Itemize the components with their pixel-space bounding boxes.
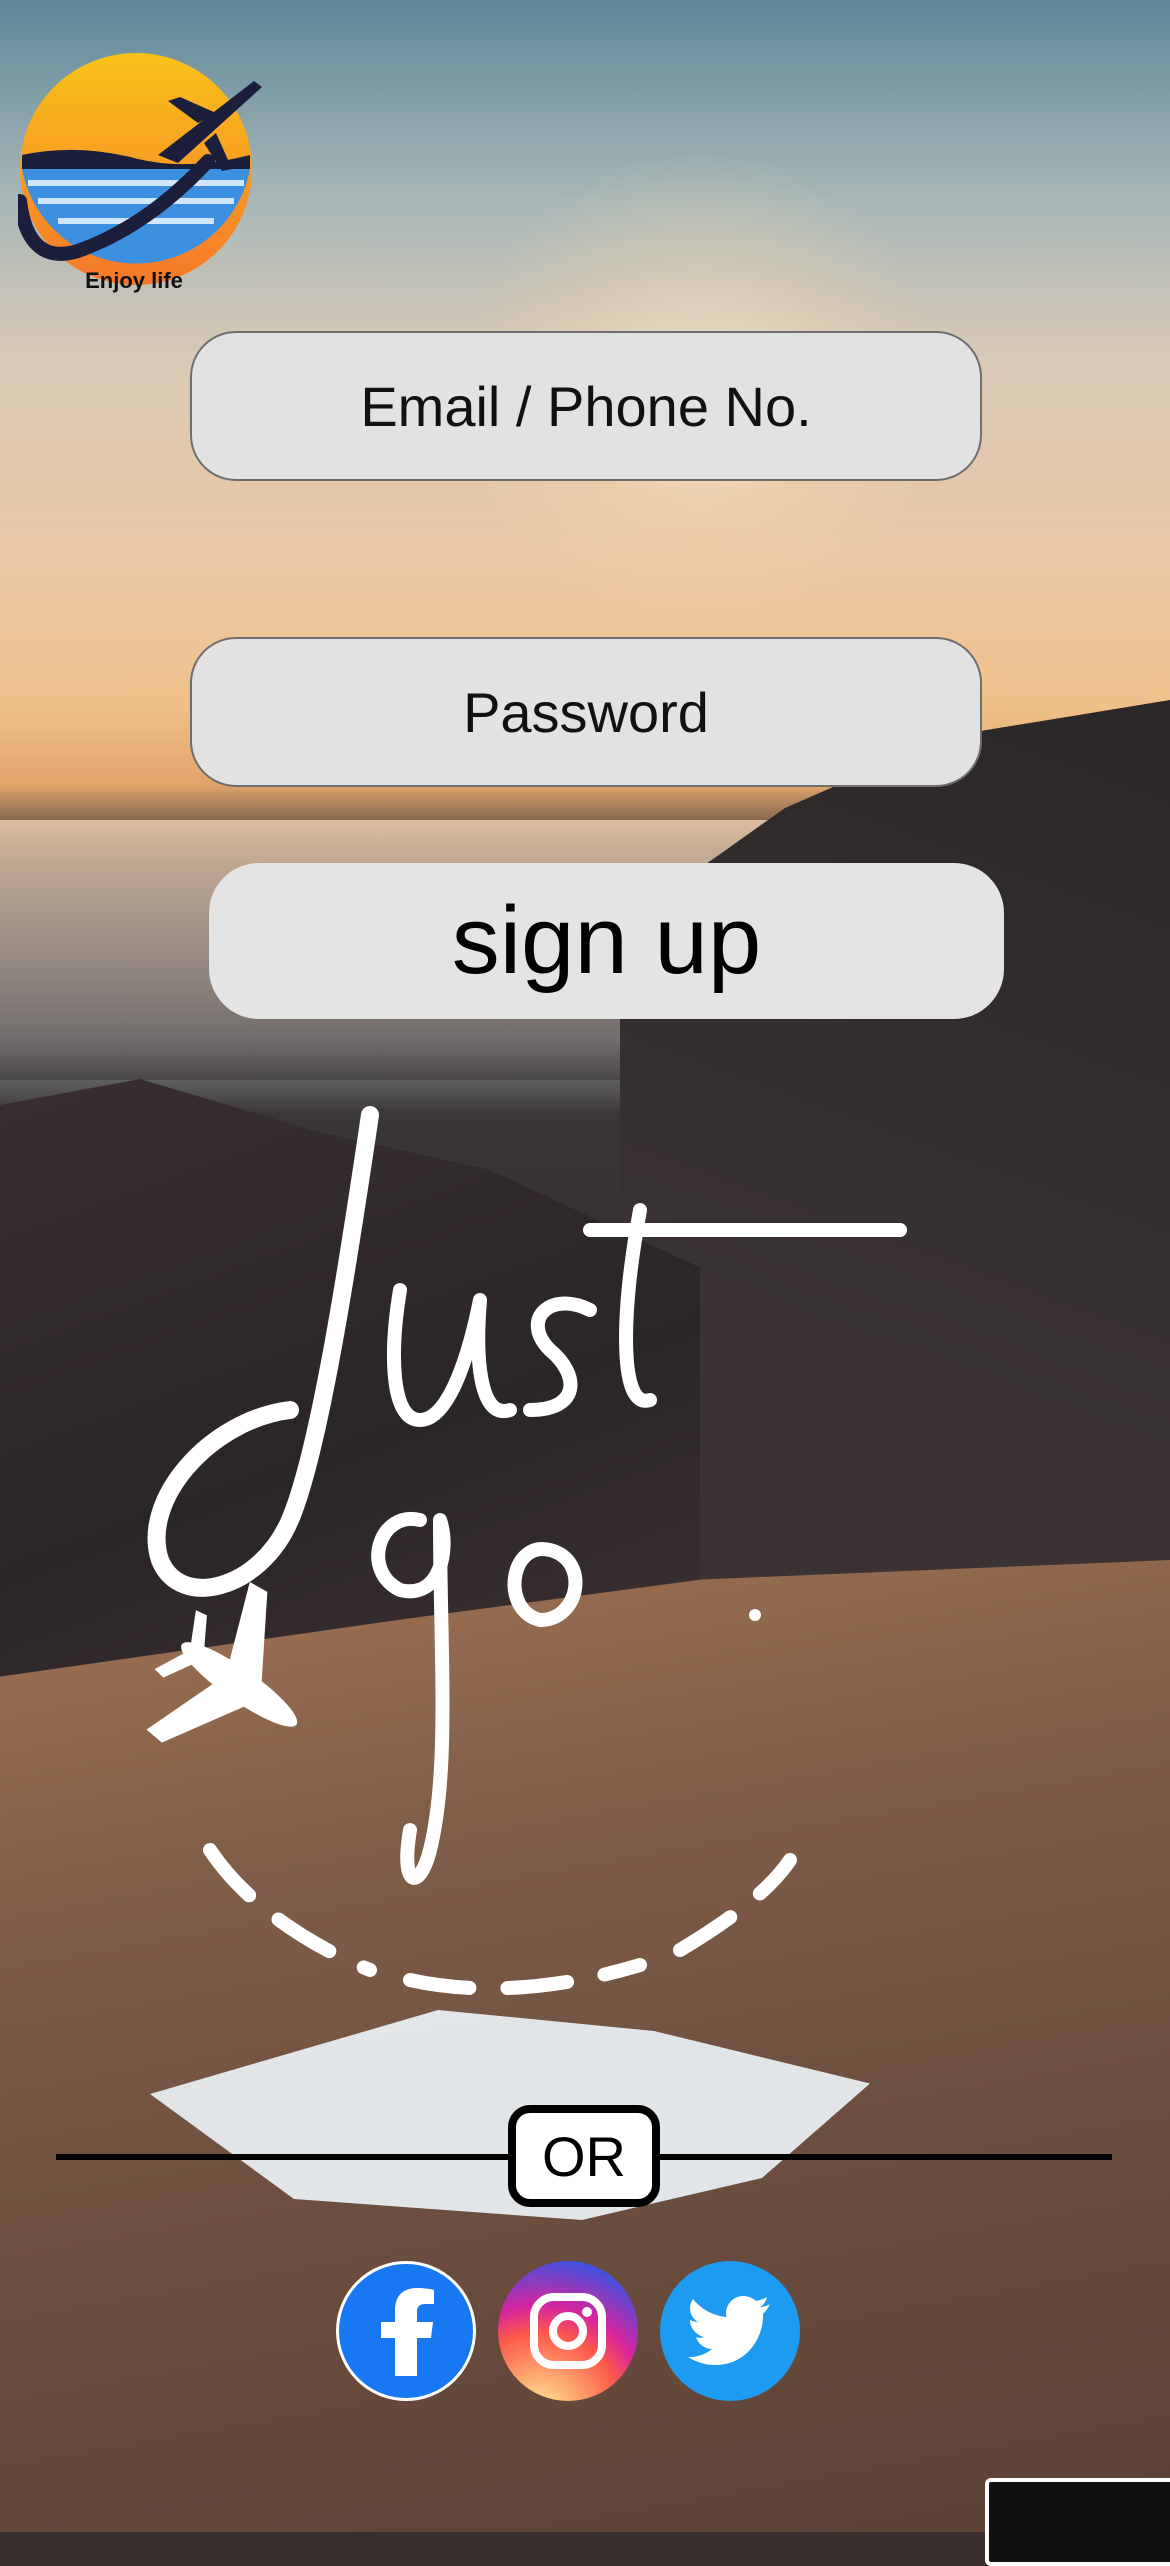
email-input[interactable]	[229, 372, 943, 440]
signup-button[interactable]: sign up	[209, 863, 1004, 1019]
or-divider-label: OR	[508, 2105, 660, 2207]
instagram-icon	[530, 2293, 606, 2369]
facebook-icon	[381, 2288, 434, 2376]
corner-badge	[985, 2478, 1170, 2566]
password-field[interactable]	[190, 637, 982, 787]
email-field[interactable]	[190, 331, 982, 481]
twitter-login-button[interactable]	[660, 2261, 800, 2401]
logo-caption: Enjoy life	[85, 268, 183, 293]
password-input[interactable]	[229, 678, 943, 746]
facebook-login-button[interactable]	[336, 2261, 476, 2401]
just-go-slogan	[146, 1106, 907, 1996]
instagram-login-button[interactable]	[498, 2261, 638, 2401]
app-logo	[18, 53, 262, 285]
twitter-icon	[688, 2296, 770, 2365]
